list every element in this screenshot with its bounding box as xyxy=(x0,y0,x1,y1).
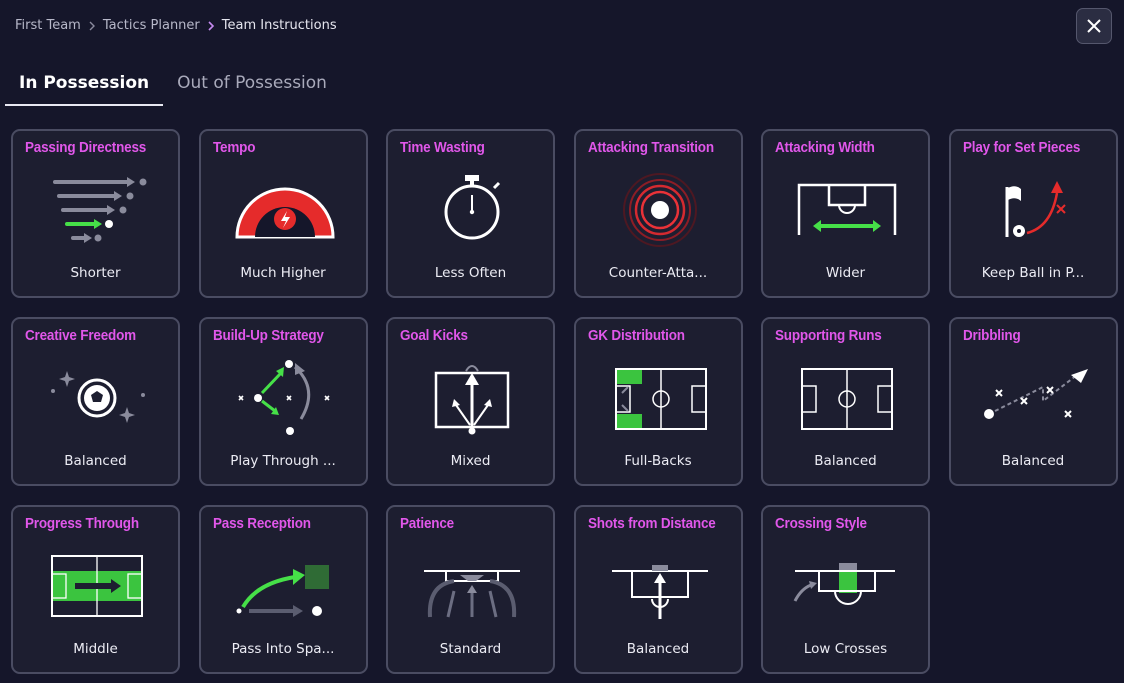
breadcrumb-item-team-instructions: Team Instructions xyxy=(221,18,337,33)
breadcrumb-item-first-team[interactable]: First Team xyxy=(15,18,81,33)
card-time-wasting[interactable]: Time Wasting Less Often xyxy=(386,129,555,298)
card-title: Shots from Distance xyxy=(587,516,716,532)
card-title: Goal Kicks xyxy=(400,328,468,344)
shots-distance-icon xyxy=(611,565,708,619)
card-value: Middle xyxy=(73,641,118,657)
passing-directness-icon xyxy=(53,177,147,243)
card-value: Less Often xyxy=(434,265,507,281)
sparkle-ball-icon xyxy=(51,371,145,423)
close-button[interactable] xyxy=(1076,8,1112,44)
gk-distribution-icon xyxy=(614,368,707,430)
card-dribbling[interactable]: Dribbling Balanced xyxy=(948,317,1118,486)
card-creative-freedom[interactable]: Creative Freedom Balanced xyxy=(11,317,180,486)
breadcrumb: First Team Tactics Planner Team Instruct… xyxy=(15,18,337,33)
card-gk-distribution[interactable]: GK Distribution Full-Backs xyxy=(573,317,743,486)
card-crossing-style[interactable]: Crossing Style Low Crosses xyxy=(761,505,930,674)
progress-middle-icon xyxy=(51,555,143,617)
card-title: GK Distribution xyxy=(587,328,685,344)
card-title: Pass Reception xyxy=(212,516,311,532)
card-value: Balanced xyxy=(64,453,127,469)
card-passing-directness[interactable]: Passing Directness Shorter xyxy=(11,129,180,298)
card-pass-reception[interactable]: Pass Reception Pass Into Spa... xyxy=(198,505,368,674)
card-attacking-width[interactable]: Attacking Width Wider xyxy=(761,129,930,298)
card-title: Dribbling xyxy=(962,328,1021,344)
card-value: Play Through ... xyxy=(230,453,336,469)
card-tempo[interactable]: Tempo Much Higher xyxy=(198,129,368,298)
top-bar: First Team Tactics Planner Team Instruct… xyxy=(0,0,1124,56)
card-value: Balanced xyxy=(626,641,690,657)
card-title: Creative Freedom xyxy=(25,328,136,344)
card-value: Balanced xyxy=(1001,453,1065,469)
card-goal-kicks[interactable]: Goal Kicks Mixed xyxy=(386,317,555,486)
pass-reception-icon xyxy=(236,565,329,617)
breadcrumb-item-tactics-planner[interactable]: Tactics Planner xyxy=(103,18,200,33)
pitch-width-icon xyxy=(797,183,897,235)
card-title: Attacking Width xyxy=(775,140,875,156)
card-value: Much Higher xyxy=(240,265,326,281)
card-value: Shorter xyxy=(70,265,121,281)
chevron-right-icon xyxy=(208,20,214,31)
card-title: Time Wasting xyxy=(400,140,485,156)
card-title: Supporting Runs xyxy=(775,328,882,344)
goal-kick-icon xyxy=(434,365,510,435)
tab-out-of-possession[interactable]: Out of Possession xyxy=(163,62,341,104)
card-value: Keep Ball in P... xyxy=(981,265,1085,281)
card-title: Play for Set Pieces xyxy=(962,140,1080,156)
card-title: Passing Directness xyxy=(25,140,147,156)
patience-icon xyxy=(424,570,520,618)
card-value: Mixed xyxy=(450,453,491,469)
stopwatch-icon xyxy=(444,175,501,240)
card-title: Crossing Style xyxy=(775,516,867,532)
counter-attack-icon xyxy=(622,173,697,247)
card-value: Balanced xyxy=(814,453,877,469)
card-title: Progress Through xyxy=(25,516,139,532)
corner-flag-icon xyxy=(1005,181,1066,237)
close-icon xyxy=(1087,19,1101,33)
build-up-icon xyxy=(237,360,330,435)
dribbling-icon xyxy=(983,369,1088,419)
card-attacking-transition[interactable]: Attacking Transition Counter-Atta... xyxy=(573,129,743,298)
card-supporting-runs[interactable]: Supporting Runs Balanced xyxy=(761,317,930,486)
card-value: Pass Into Spa... xyxy=(231,641,335,657)
crossing-style-icon xyxy=(793,563,895,605)
card-title: Build-Up Strategy xyxy=(212,328,324,344)
card-shots-from-distance[interactable]: Shots from Distance Balanced xyxy=(573,505,743,674)
tab-bar: In Possession Out of Possession xyxy=(5,62,341,106)
tab-in-possession[interactable]: In Possession xyxy=(5,62,164,106)
card-value: Wider xyxy=(825,265,866,281)
card-patience[interactable]: Patience Standard xyxy=(386,505,555,674)
card-progress-through[interactable]: Progress Through Middle xyxy=(11,505,180,674)
card-value: Full-Backs xyxy=(624,453,692,469)
card-value: Counter-Atta... xyxy=(608,265,708,281)
instruction-grid: Passing Directness Shorter Tempo Much Hi… xyxy=(11,129,1118,674)
card-value: Standard xyxy=(439,641,502,657)
card-title: Patience xyxy=(400,516,454,532)
tempo-gauge-icon xyxy=(234,187,335,239)
card-build-up-strategy[interactable]: Build-Up Strategy Play Through ... xyxy=(198,317,368,486)
card-title: Attacking Transition xyxy=(587,140,714,156)
card-play-for-set-pieces[interactable]: Play for Set Pieces Keep Ball in P... xyxy=(948,129,1118,298)
chevron-right-icon xyxy=(89,21,95,30)
card-value: Low Crosses xyxy=(803,641,888,657)
supporting-runs-icon xyxy=(801,368,893,430)
card-title: Tempo xyxy=(212,140,255,156)
